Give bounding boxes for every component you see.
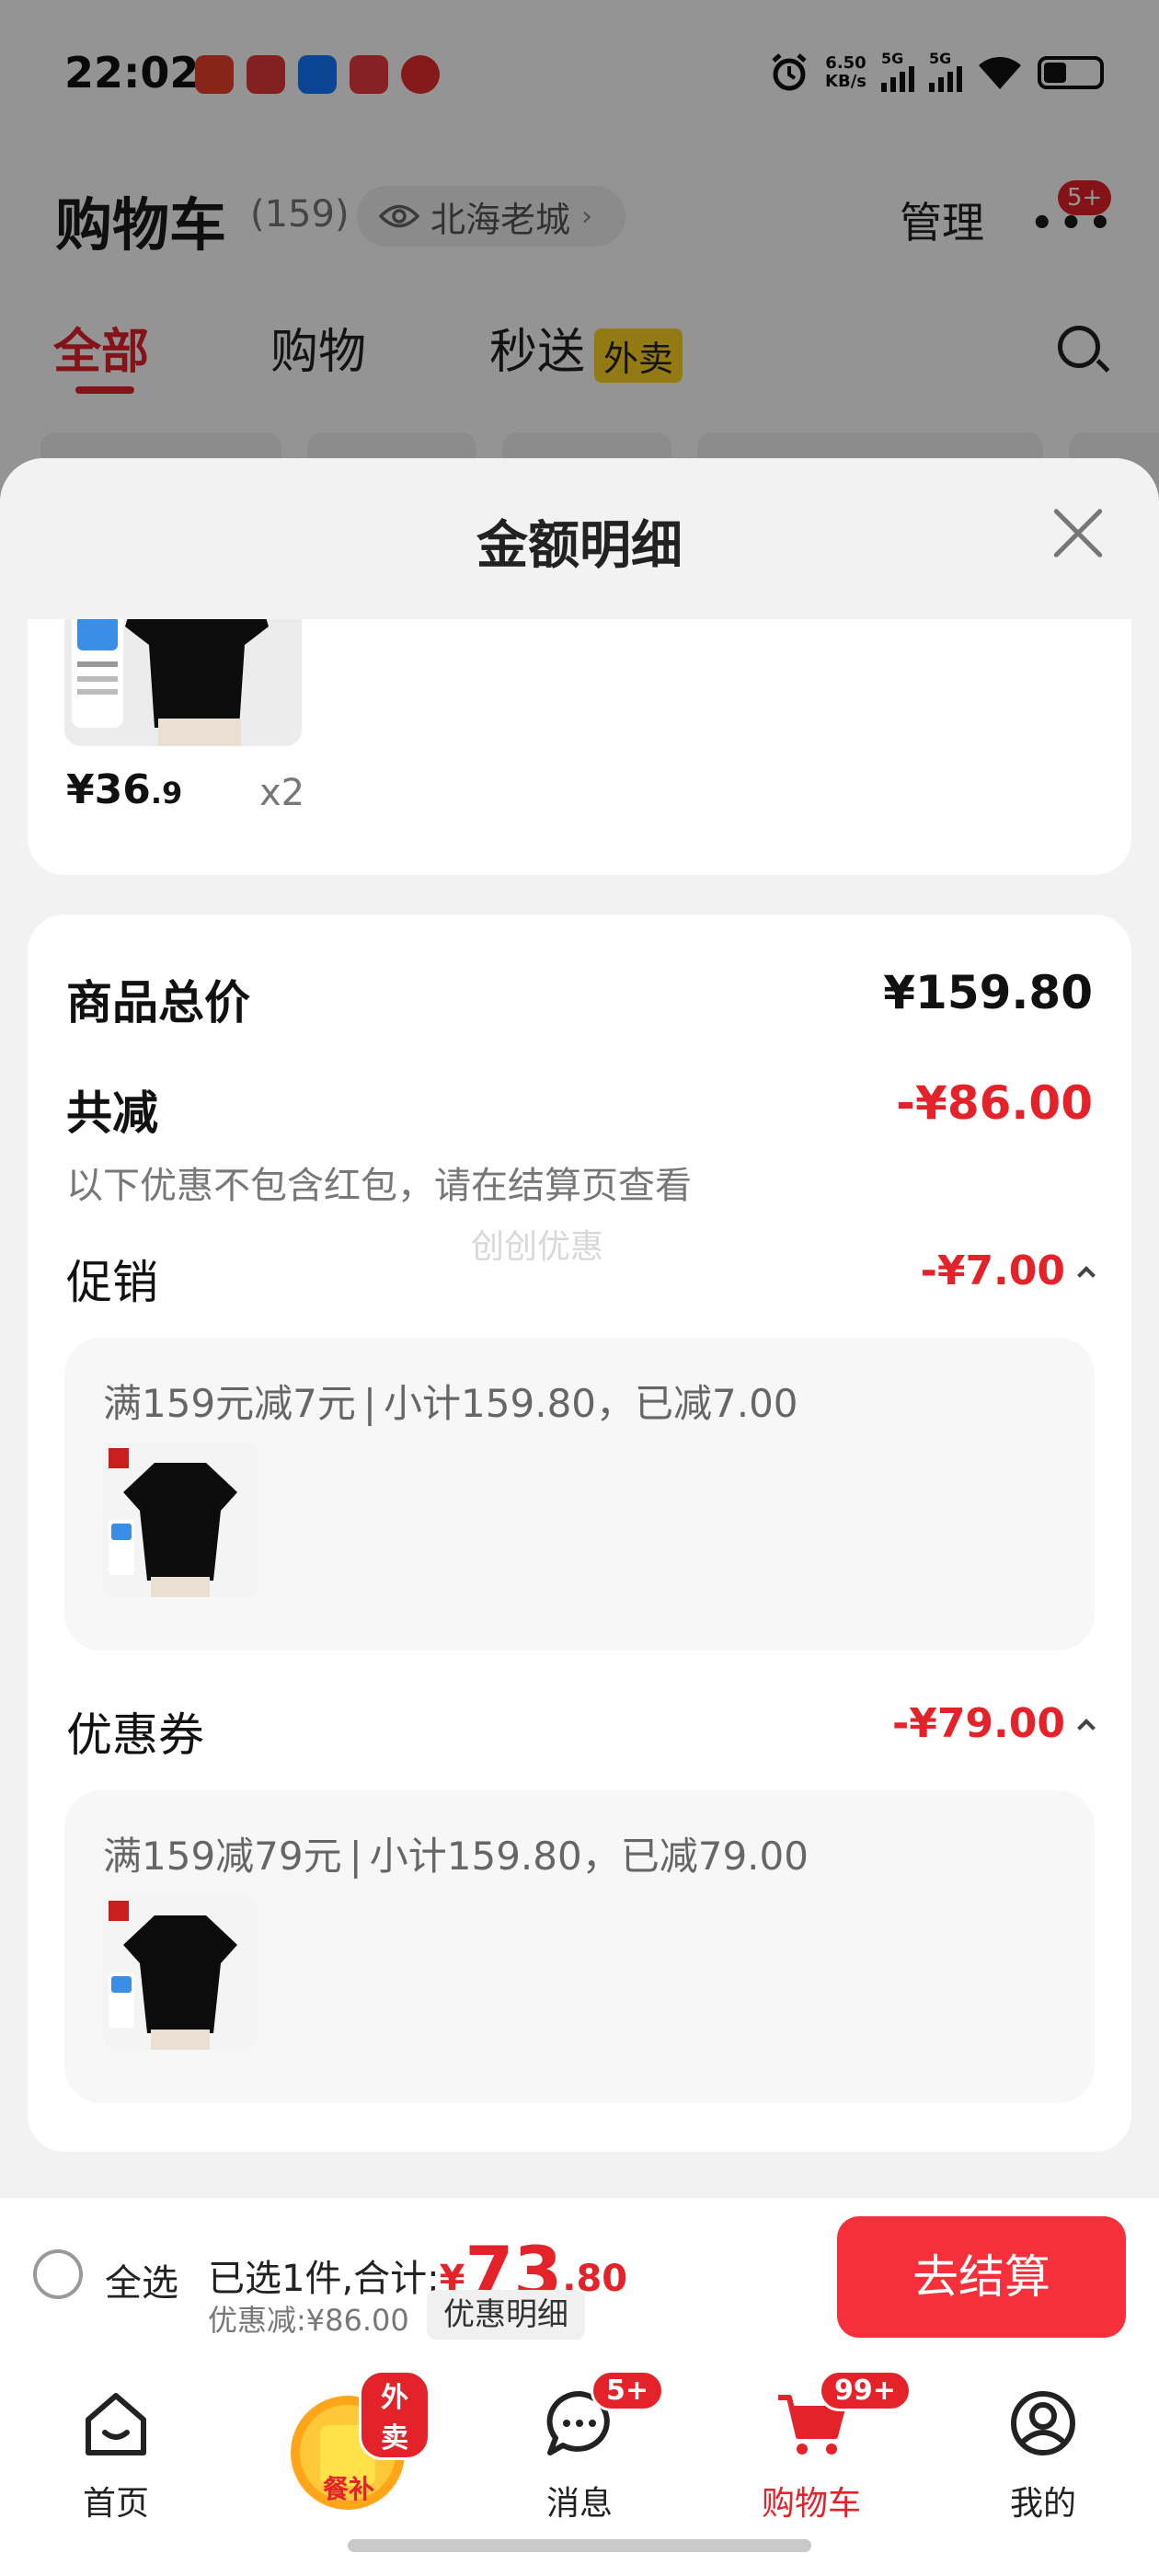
- discount-detail-button[interactable]: 优惠明细: [427, 2290, 585, 2340]
- checkout-bar: 全选 已选1件,合计:¥73.80 优惠减:¥86.00 优惠明细 去结算: [0, 2197, 1159, 2355]
- promo-value: -¥7.00: [920, 1248, 1065, 1294]
- item-qty: x2: [259, 772, 305, 814]
- promo-toggle[interactable]: -¥7.00: [920, 1248, 1096, 1294]
- meal-subsidy-inner-text: 餐补: [322, 2474, 374, 2504]
- close-icon[interactable]: [1049, 504, 1107, 563]
- promo-rule-line: 满159元减7元 | 小计159.80，已减7.00: [103, 1373, 798, 1429]
- product-thumbnail: [103, 1443, 258, 1597]
- promo-subtotal: 小计159.80，已减7.00: [384, 1381, 798, 1426]
- messages-badge: 5+: [591, 2370, 665, 2411]
- item-price: ¥36.9: [66, 766, 182, 813]
- total-value: ¥159.80: [883, 966, 1093, 1019]
- item-card: ¥36.9 x2: [28, 617, 1131, 875]
- product-image: [64, 617, 302, 746]
- promo-label: 促销: [66, 1256, 158, 1309]
- coupon-value: -¥79.00: [891, 1700, 1065, 1747]
- sheet-title: 金额明细: [476, 516, 683, 576]
- select-all-checkbox[interactable]: [33, 2249, 83, 2299]
- cart-badge: 99+: [819, 2370, 912, 2411]
- promo-detail-box: 满159元减7元 | 小计159.80，已减7.00: [64, 1338, 1095, 1650]
- coupon-detail-box: 满159减79元 | 小计159.80，已减79.00: [64, 1790, 1095, 2103]
- coupon-separator: |: [349, 1834, 362, 1879]
- chevron-up-icon: [1077, 1719, 1096, 1737]
- chevron-up-icon: [1077, 1266, 1096, 1284]
- watermark: 创创优惠: [471, 1228, 604, 1266]
- nav-profile-label: 我的: [1009, 2485, 1076, 2523]
- coupon-label: 优惠券: [66, 1708, 204, 1762]
- coupon-subtotal: 小计159.80，已减79.00: [369, 1834, 809, 1879]
- item-price-dec: .9: [150, 776, 183, 811]
- modal-overlay[interactable]: [0, 0, 1159, 515]
- reduce-note: 以下优惠不包含红包，请在结算页查看: [66, 1165, 692, 1207]
- total-label: 商品总价: [66, 976, 250, 1029]
- takeout-badge: 外卖: [359, 2370, 430, 2460]
- home-indicator[interactable]: [348, 2539, 811, 2552]
- sheet-header: 金额明细: [0, 458, 1159, 619]
- coupon-rule-line: 满159减79元 | 小计159.80，已减79.00: [103, 1825, 809, 1881]
- coupon-toggle[interactable]: -¥79.00: [891, 1700, 1096, 1747]
- product-thumbnail: [103, 1895, 258, 2050]
- item-price-int: ¥36: [66, 766, 151, 813]
- promo-rule: 满159元减7元: [103, 1381, 356, 1426]
- nav-cart-label: 购物车: [761, 2485, 861, 2523]
- home-icon: [86, 2393, 146, 2455]
- coupon-rule: 满159减79元: [103, 1834, 342, 1879]
- reduce-label: 共减: [66, 1087, 158, 1140]
- promo-separator: |: [362, 1381, 377, 1426]
- reduce-value: -¥86.00: [896, 1076, 1093, 1130]
- checkout-button[interactable]: 去结算: [837, 2216, 1126, 2338]
- nav-home-label: 首页: [82, 2485, 149, 2523]
- price-breakdown-card: 商品总价 ¥159.80 共减 -¥86.00 以下优惠不包含红包，请在结算页查…: [28, 914, 1131, 2152]
- amount-detail-sheet: ¥36.9 x2 金额明细 商品总价 ¥159.80 共减 -¥86.00 以下…: [0, 458, 1159, 2197]
- nav-messages-label: 消息: [545, 2485, 613, 2523]
- profile-icon: [1011, 2391, 1075, 2455]
- discount-text: 优惠减:¥86.00: [208, 2303, 409, 2338]
- selected-prefix: 已选1件,合计:: [208, 2258, 440, 2300]
- select-all-label[interactable]: 全选: [105, 2253, 178, 2306]
